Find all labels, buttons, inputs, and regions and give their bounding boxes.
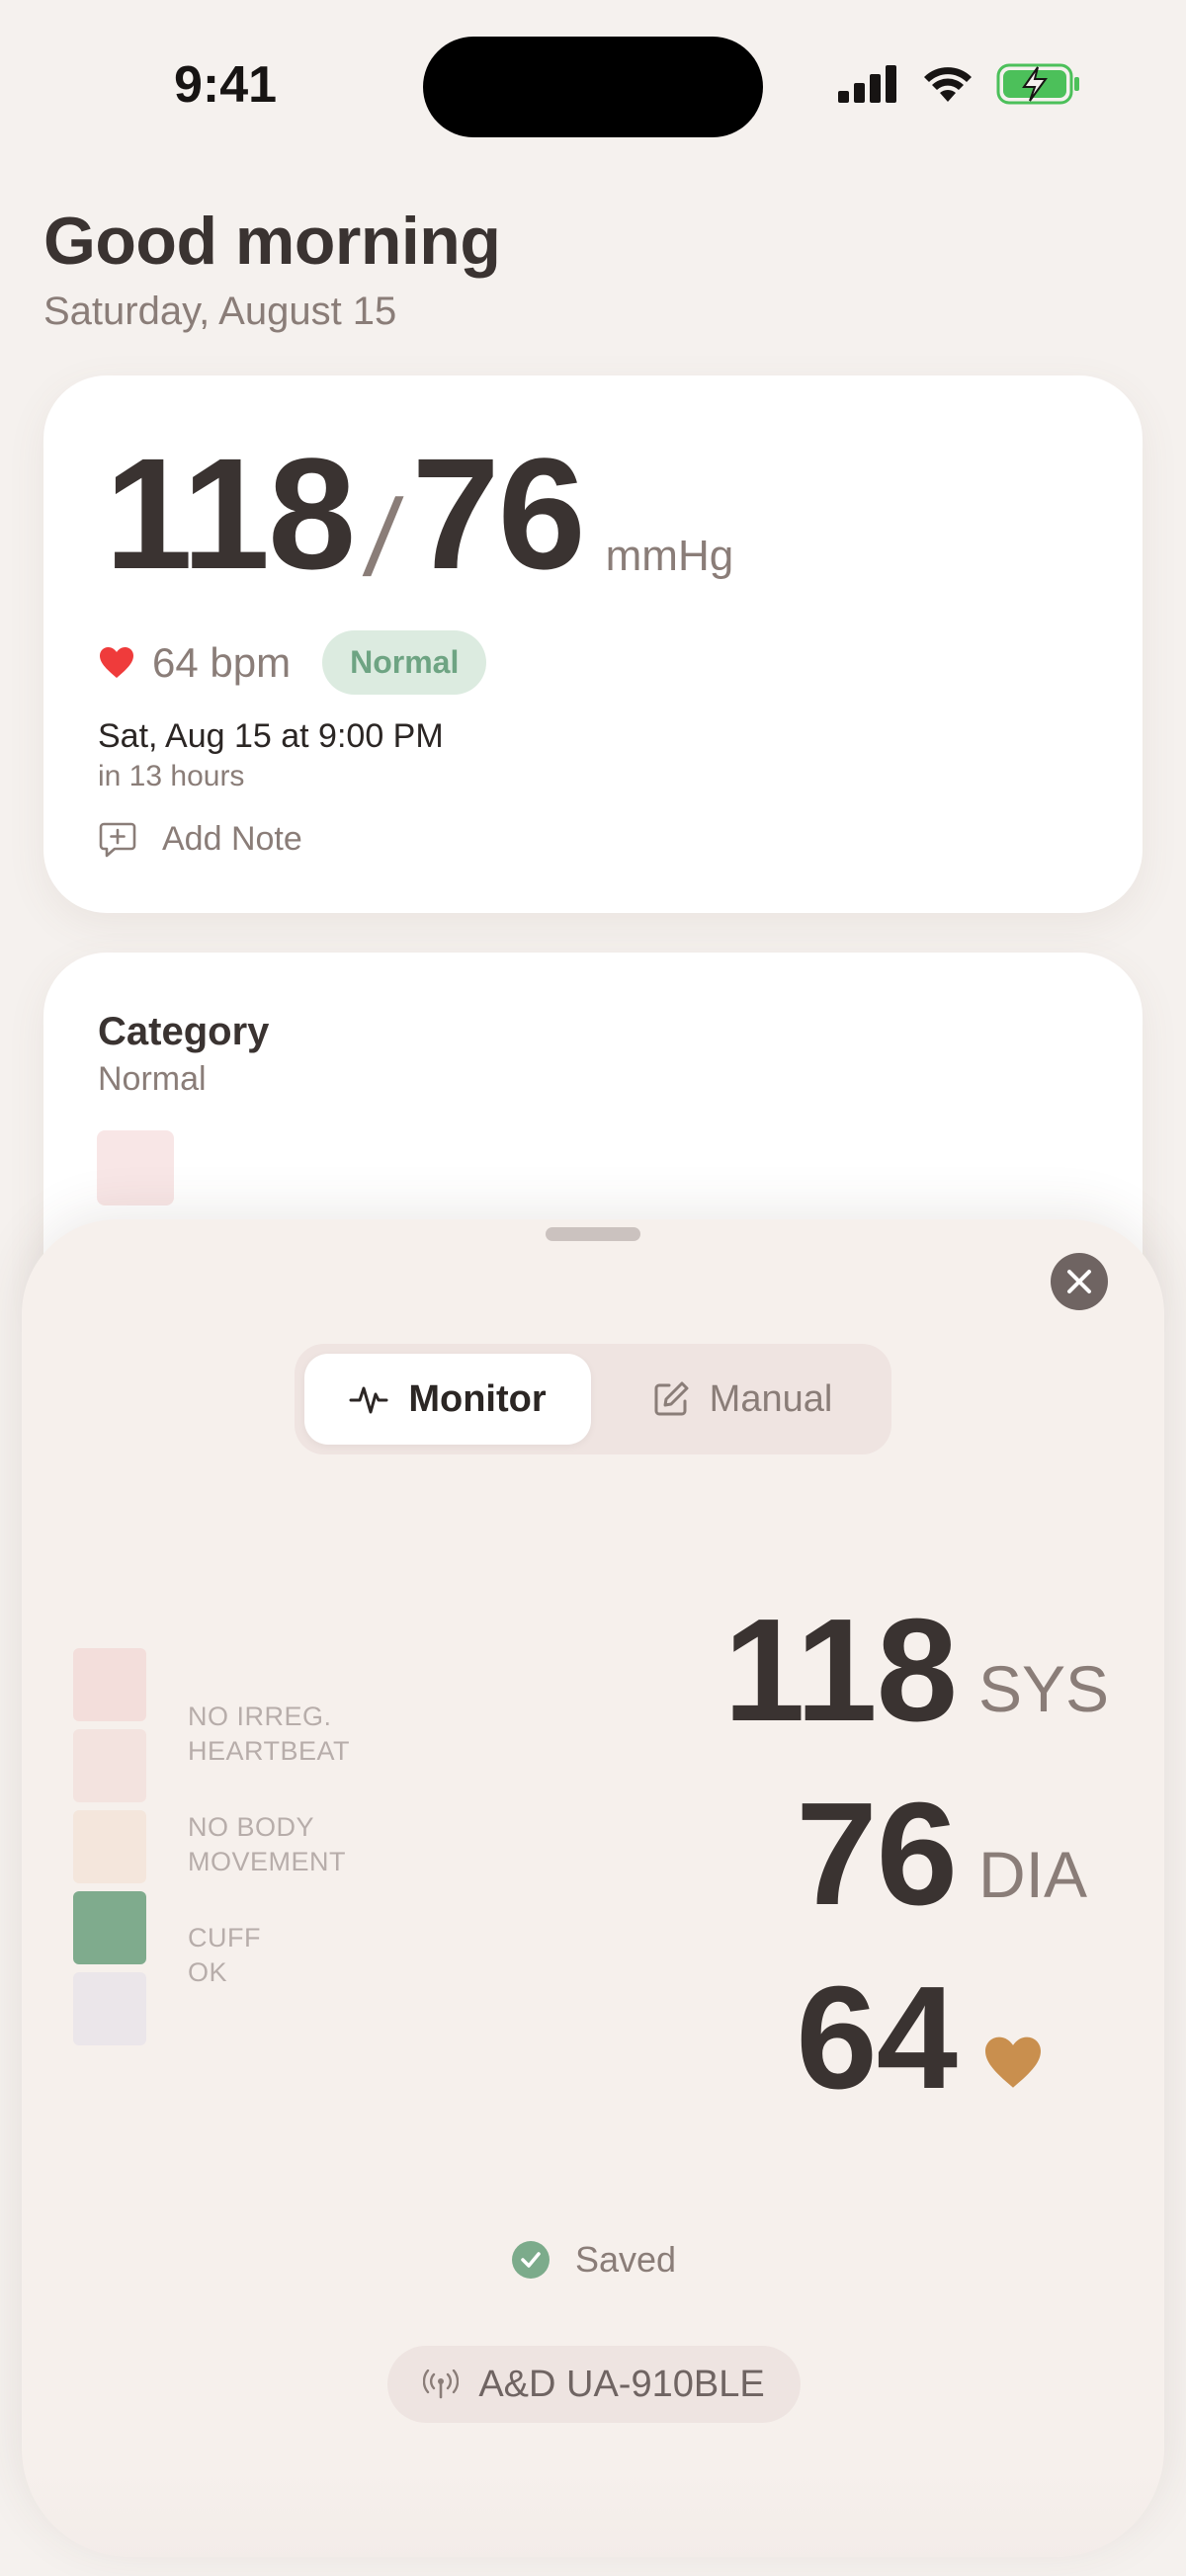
saved-status: Saved <box>512 2239 676 2281</box>
check-icon <box>512 2241 550 2279</box>
signal-icon <box>838 65 896 103</box>
dynamic-island <box>423 37 763 137</box>
add-note-button[interactable]: Add Note <box>99 820 302 859</box>
monitor-systolic: 118 <box>723 1589 958 1752</box>
sheet-bottom-fade <box>22 2464 1164 2557</box>
date-subtitle: Saturday, August 15 <box>43 290 397 333</box>
category-swatch <box>97 1130 174 1205</box>
relative-time: in 13 hours <box>98 760 245 792</box>
indicator-square-2 <box>73 1729 146 1802</box>
greeting-title: Good morning <box>43 204 501 279</box>
add-note-label: Add Note <box>162 820 302 858</box>
monitor-diastolic: 76 <box>796 1773 958 1936</box>
heartbeat-line-2: HEARTBEAT <box>188 1736 351 1766</box>
pulse-value: 64 bpm <box>152 638 292 686</box>
status-time: 9:41 <box>174 56 278 114</box>
scheduled-time: Sat, Aug 15 at 9:00 PM <box>98 717 444 755</box>
tab-monitor-label: Monitor <box>408 1377 547 1420</box>
close-icon <box>1067 1270 1091 1293</box>
indicator-square-4 <box>73 1891 146 1964</box>
indicator-square-3 <box>73 1810 146 1883</box>
device-name: A&D UA-910BLE <box>478 2363 765 2405</box>
close-button[interactable] <box>1051 1253 1108 1310</box>
mode-segmented-control: Monitor Manual <box>295 1344 891 1454</box>
device-chip[interactable]: A&D UA-910BLE <box>387 2346 801 2423</box>
pulse-row: 64 bpm Normal <box>99 630 487 695</box>
indicator-square-1 <box>73 1648 146 1721</box>
cuff-line-1: CUFF <box>188 1923 261 1953</box>
category-title: Category <box>98 1010 270 1053</box>
bp-slash: / <box>359 477 407 599</box>
diastolic-value: 76 <box>411 425 586 602</box>
tab-manual[interactable]: Manual <box>609 1354 876 1445</box>
monitor-pulse: 64 <box>796 1956 958 2119</box>
saved-label: Saved <box>575 2239 677 2280</box>
sys-label: SYS <box>978 1652 1110 1725</box>
heart-icon <box>100 646 133 678</box>
dia-label: DIA <box>978 1838 1088 1911</box>
edit-icon <box>654 1381 689 1416</box>
waveform-icon <box>349 1386 388 1414</box>
indicator-square-5 <box>73 1972 146 2045</box>
monitor-sheet: Monitor Manual NO IRREG. HEARTBEAT NO BO… <box>22 1219 1164 2557</box>
bp-value: 118 / 76 mmHg <box>105 425 734 602</box>
sheet-grabber[interactable] <box>546 1227 640 1241</box>
add-note-icon <box>99 822 136 857</box>
systolic-value: 118 <box>105 425 356 602</box>
status-bar: 9:41 <box>0 0 1186 168</box>
latest-reading-card[interactable]: 118 / 76 mmHg 64 bpm Normal Sat, Aug 15 … <box>43 375 1143 913</box>
status-badge: Normal <box>322 630 487 695</box>
tab-manual-label: Manual <box>709 1377 833 1420</box>
pulse-heart-icon <box>985 2036 1041 2088</box>
cuff-line-2: OK <box>188 1957 228 1987</box>
movement-line-1: NO BODY <box>188 1812 315 1842</box>
heartbeat-line-1: NO IRREG. <box>188 1702 332 1731</box>
indicator-label-heartbeat: NO IRREG. HEARTBEAT <box>188 1700 350 1769</box>
battery-charging-icon <box>996 63 1079 105</box>
indicator-label-cuff: CUFF OK <box>188 1921 261 1990</box>
category-value: Normal <box>98 1060 207 1098</box>
indicator-label-movement: NO BODY MOVEMENT <box>188 1810 346 1879</box>
status-icons <box>838 63 1081 105</box>
bp-unit: mmHg <box>605 532 734 580</box>
movement-line-2: MOVEMENT <box>188 1847 347 1876</box>
tab-monitor[interactable]: Monitor <box>304 1354 591 1445</box>
wifi-icon <box>924 67 972 102</box>
antenna-icon <box>423 2369 460 2399</box>
